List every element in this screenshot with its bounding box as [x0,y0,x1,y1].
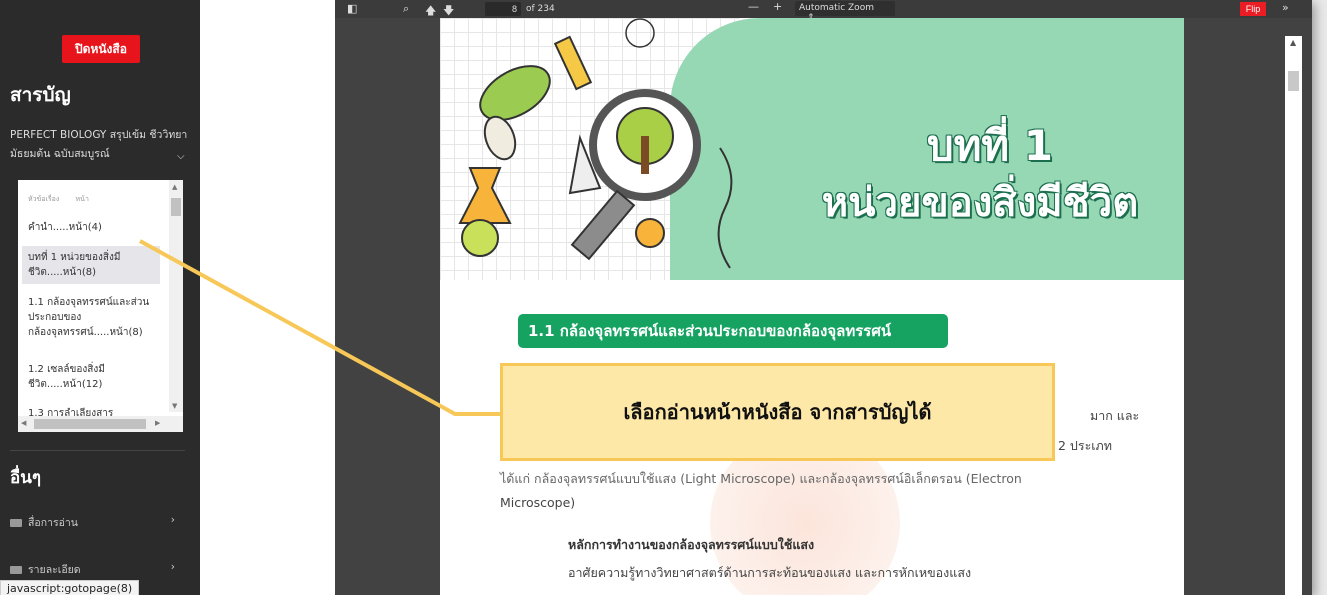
science-illustration [458,18,733,269]
sidebar-link-reading-media[interactable]: สื่อการอ่าน › [10,514,185,531]
sidebar-link-details[interactable]: รายละเอียด › [10,561,185,578]
page-count: of 234 [526,4,555,14]
pdf-viewer: ◧ ⌕ 🡅 🡇 of 234 — + Automatic Zoom ⇕ Flip… [335,0,1312,595]
app-frame: ปิดหนังสือ สารบัญ PERFECT BIOLOGY สรุปเข… [0,0,1312,595]
scroll-up-icon[interactable]: ▲ [1290,38,1296,47]
zoom-value: Automatic Zoom [799,3,874,13]
zoom-select[interactable]: Automatic Zoom ⇕ [795,1,895,23]
scroll-right-icon[interactable]: ▶ [155,419,160,427]
folder-icon [10,519,22,527]
toc-header-topic: หัวข้อเรื่อง [28,195,60,203]
folder-icon [10,566,22,574]
page-number-input[interactable] [485,2,521,16]
body-text-line: Microscope) [500,495,576,510]
toc-header: หัวข้อเรื่อง หน้า [28,194,89,205]
sidebar-link-label: สื่อการอ่าน [28,517,78,529]
scroll-up-icon[interactable]: ▲ [172,183,177,191]
toc-item[interactable]: 1.2 เซลล์ของสิ่งมีชีวิต.....หน้า(12) [22,358,160,396]
toc-item[interactable]: 1.1 กล้องจุลทรรศน์และส่วนประกอบของกล้องจ… [22,291,160,344]
sidebar: ปิดหนังสือ สารบัญ PERFECT BIOLOGY สรุปเข… [0,0,200,595]
other-section-title: อื่นๆ [10,468,41,488]
scroll-thumb[interactable] [34,419,146,429]
body-text-line: มาก และ [1090,408,1140,423]
body-text-line: ได้แก่ กล้องจุลทรรศน์แบบใช้แสง (Light Mi… [500,471,1022,486]
sidebar-toggle-icon[interactable]: ◧ [347,2,357,15]
chevron-right-icon: › [170,561,175,573]
toc-list: หัวข้อเรื่อง หน้า คำนำ.....หน้า(4) บทที่… [18,180,183,432]
body-text-line: 2 ประเภท [1058,438,1113,453]
more-tools-button[interactable]: » [1282,1,1289,14]
page-scrollbar[interactable]: ▲ [1285,36,1302,595]
body-text-line: อาศัยความรู้ทางวิทยาศาสตร์ด้านการสะท้อนข… [568,565,972,580]
scroll-thumb[interactable] [1288,71,1299,91]
page-gutter [200,0,335,595]
toc-item[interactable]: คำนำ.....หน้า(4) [22,216,160,239]
callout-box: เลือกอ่านหน้าหนังสือ จากสารบัญได้ [500,363,1055,461]
chapter-title: หน่วยของสิ่งมีชีวิต [821,180,1139,226]
book-title-dropdown[interactable]: PERFECT BIOLOGY สรุปเข้ม ชีววิทยา มัธยมต… [10,126,195,164]
divider [10,450,185,451]
viewer-toolbar: ◧ ⌕ 🡅 🡇 of 234 — + Automatic Zoom ⇕ Flip… [335,0,1312,23]
chevron-down-icon[interactable]: ⌵ [177,151,185,162]
pdf-page: บทที่ 1 หน่วยของสิ่งมีชีวิต 1.1 กล้องจุล… [440,18,1184,595]
toc-vertical-scrollbar[interactable]: ▲ ▼ [169,180,183,412]
scroll-left-icon[interactable]: ◀ [21,419,26,427]
section-title: 1.1 กล้องจุลทรรศน์และส่วนประกอบของกล้องจ… [518,314,948,348]
toc-horizontal-scrollbar[interactable]: ◀ ▶ [18,416,183,432]
zoom-in-icon[interactable]: + [773,0,782,13]
zoom-out-icon[interactable]: — [748,0,759,13]
chapter-banner: บทที่ 1 หน่วยของสิ่งมีชีวิต [440,18,1184,280]
search-icon[interactable]: ⌕ [403,2,409,16]
status-bar-url: javascript:gotopage(8) [0,580,140,595]
sidebar-link-label: รายละเอียด [28,564,81,576]
close-book-button[interactable]: ปิดหนังสือ [62,35,140,63]
chevron-right-icon: › [170,514,175,526]
toc-header-page: หน้า [75,195,89,203]
subheading: หลักการทำงานของกล้องจุลทรรศน์แบบใช้แสง [568,537,815,552]
scroll-thumb[interactable] [171,198,181,216]
previous-page-icon[interactable]: 🡅 [425,2,436,21]
toc-title: สารบัญ [10,84,71,106]
callout-text: เลือกอ่านหน้าหนังสือ จากสารบัญได้ [623,400,932,424]
toc-item-active[interactable]: บทที่ 1 หน่วยของสิ่งมีชีวิต.....หน้า(8) [22,246,160,284]
scroll-down-icon[interactable]: ▼ [172,402,177,410]
flip-button[interactable]: Flip [1240,2,1266,16]
